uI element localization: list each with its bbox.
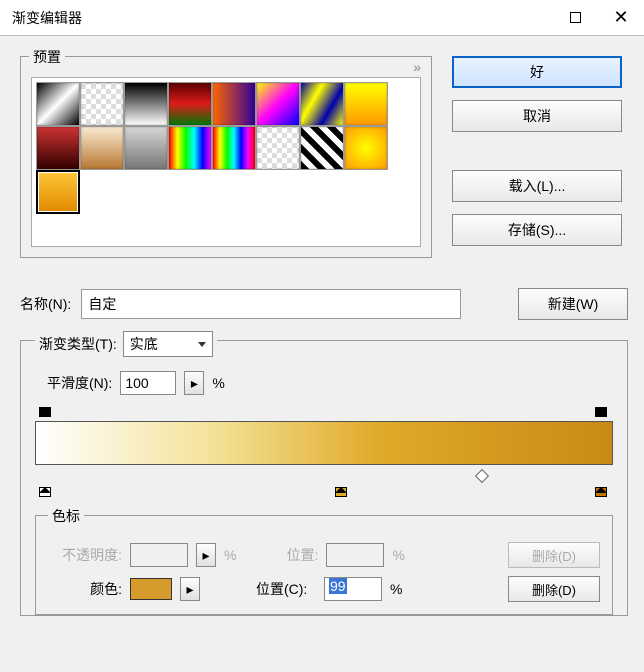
color-stepper[interactable]: ▸ [180, 577, 200, 601]
preset-swatch[interactable] [36, 82, 80, 126]
preset-swatch[interactable] [256, 126, 300, 170]
smoothness-pct: % [212, 375, 224, 391]
smoothness-stepper[interactable]: ▸ [184, 371, 204, 395]
maximize-button[interactable] [552, 0, 598, 36]
ok-button[interactable]: 好 [452, 56, 622, 88]
stops-legend: 色标 [48, 506, 84, 526]
delete-color-stop-button[interactable]: 删除(D) [508, 576, 600, 602]
smoothness-label: 平滑度(N): [47, 373, 112, 393]
preset-swatch[interactable] [300, 126, 344, 170]
opacity-stepper: ▸ [196, 543, 216, 567]
preset-swatch[interactable] [36, 170, 80, 214]
presets-menu-icon[interactable]: » [413, 59, 421, 75]
save-button[interactable]: 存储(S)... [452, 214, 622, 246]
color-well[interactable] [130, 578, 172, 600]
color-pos-label: 位置(C): [256, 579, 316, 599]
color-label: 颜色: [48, 579, 122, 599]
new-button[interactable]: 新建(W) [518, 288, 628, 320]
preset-swatch[interactable] [124, 82, 168, 126]
preset-swatch[interactable] [124, 126, 168, 170]
gradient-bar[interactable] [35, 421, 613, 465]
presets-label: 预置 [29, 47, 65, 67]
preset-swatch[interactable] [80, 82, 124, 126]
color-stop-1[interactable] [39, 471, 53, 485]
gradient-type-select[interactable]: 实底 [123, 331, 213, 357]
preset-swatch[interactable] [300, 82, 344, 126]
opacity-pos-label: 位置: [278, 545, 318, 565]
load-button[interactable]: 载入(L)... [452, 170, 622, 202]
delete-opacity-stop-button: 删除(D) [508, 542, 600, 568]
preset-swatch[interactable] [344, 126, 388, 170]
color-pos-input[interactable]: 99 [324, 577, 382, 601]
preset-swatch[interactable] [212, 82, 256, 126]
preset-swatch[interactable] [168, 126, 212, 170]
opacity-stop-right[interactable] [595, 407, 609, 421]
name-input[interactable] [81, 289, 461, 319]
opacity-pos-input [326, 543, 384, 567]
preset-swatch[interactable] [212, 126, 256, 170]
preset-swatch[interactable] [36, 126, 80, 170]
color-stop-3[interactable] [595, 471, 609, 485]
close-button[interactable]: ✕ [598, 0, 644, 36]
preset-swatch[interactable] [80, 126, 124, 170]
preset-swatch[interactable] [168, 82, 212, 126]
preset-swatch[interactable] [256, 82, 300, 126]
opacity-stop-left[interactable] [39, 407, 53, 421]
cancel-button[interactable]: 取消 [452, 100, 622, 132]
smoothness-input[interactable] [120, 371, 176, 395]
window-title: 渐变编辑器 [12, 8, 552, 28]
presets-grid [31, 77, 421, 247]
preset-swatch[interactable] [344, 82, 388, 126]
opacity-label: 不透明度: [48, 545, 122, 565]
color-stop-2[interactable] [335, 471, 349, 485]
opacity-input [130, 543, 188, 567]
midpoint-diamond[interactable] [475, 469, 489, 483]
name-label: 名称(N): [20, 294, 71, 314]
gradient-type-label: 渐变类型(T): [39, 334, 117, 354]
